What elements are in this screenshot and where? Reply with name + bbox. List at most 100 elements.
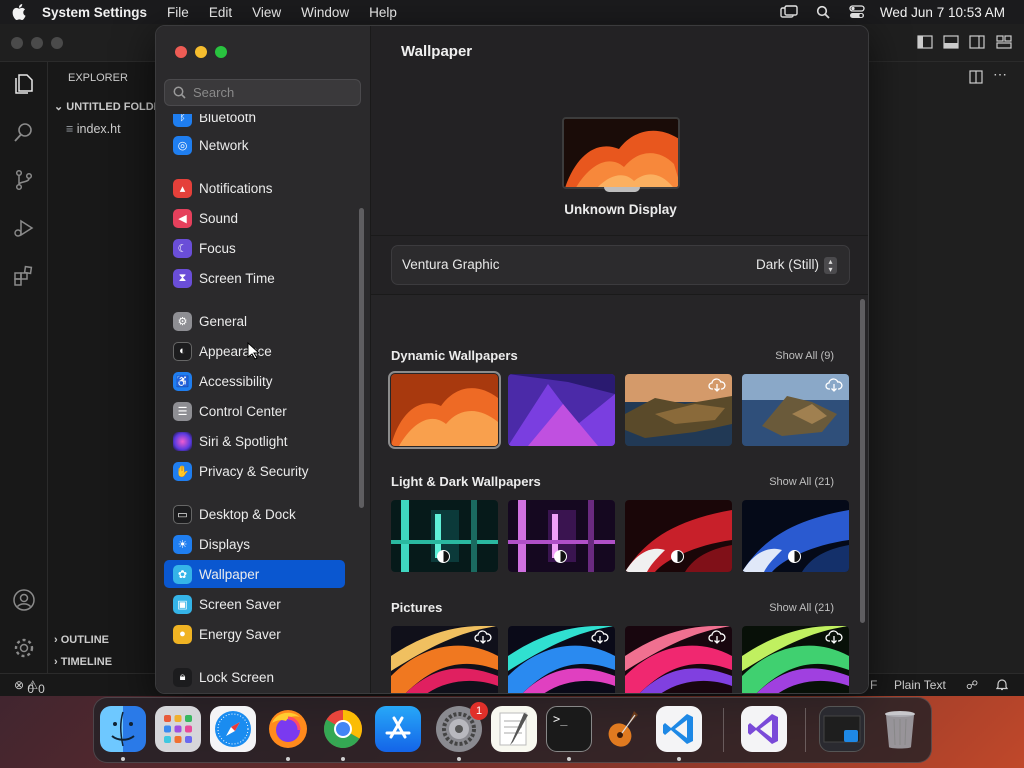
dock-recent-window[interactable]	[819, 706, 865, 752]
wallpaper-thumb[interactable]	[508, 626, 615, 693]
sidebar-item-privacy-security[interactable]: ✋ Privacy & Security	[164, 457, 345, 485]
sidebar-item-lock-screen[interactable]: 🔒︎ Lock Screen	[164, 663, 345, 691]
wallpaper-thumb[interactable]	[391, 500, 498, 572]
menu-help[interactable]: Help	[359, 5, 407, 20]
sidebar-item-label: Sound	[199, 210, 239, 226]
settings-search-field[interactable]	[164, 79, 361, 106]
toggle-primary-sidebar-icon[interactable]	[917, 35, 933, 49]
sidebar-item-network[interactable]: ◎ Network	[164, 131, 345, 159]
search-icon[interactable]	[10, 118, 38, 146]
dock-launchpad[interactable]	[155, 706, 201, 752]
download-cloud-icon[interactable]	[474, 630, 492, 644]
wallpaper-thumb[interactable]	[742, 626, 849, 693]
show-all-dynamic-button[interactable]: Show All (9)	[775, 350, 834, 362]
download-cloud-icon[interactable]	[591, 630, 609, 644]
dock-visual-studio[interactable]	[741, 706, 787, 752]
timeline-section[interactable]: › TIMELINE	[54, 656, 112, 668]
dock-firefox[interactable]	[265, 706, 311, 752]
show-all-pictures-button[interactable]: Show All (21)	[769, 602, 834, 614]
dock-terminal[interactable]: >_	[546, 706, 592, 752]
toggle-panel-icon[interactable]	[943, 35, 959, 49]
download-cloud-icon[interactable]	[825, 378, 843, 392]
menu-edit[interactable]: Edit	[199, 5, 242, 20]
gallery-scrollbar[interactable]	[860, 299, 865, 623]
wallpaper-thumb[interactable]	[742, 374, 849, 446]
menu-view[interactable]: View	[242, 5, 291, 20]
download-cloud-icon[interactable]	[708, 378, 726, 392]
accounts-icon[interactable]	[10, 586, 38, 614]
sidebar-item-label: Control Center	[199, 403, 287, 419]
wallpaper-thumb[interactable]	[388, 371, 501, 449]
sidebar-item-control-center[interactable]: ☰ Control Center	[164, 397, 345, 425]
extensions-icon[interactable]	[10, 262, 38, 290]
language-mode[interactable]: Plain Text	[894, 678, 946, 692]
wallpaper-thumb[interactable]	[508, 500, 615, 572]
sidebar-item-wallpaper[interactable]: ✿ Wallpaper	[164, 560, 345, 588]
dock-trash[interactable]	[877, 706, 923, 752]
wallpaper-thumb[interactable]	[625, 500, 732, 572]
sidebar-item-focus[interactable]: ☾ Focus	[164, 234, 345, 262]
problems-status[interactable]: ⊗ 0 ⚠ 0	[14, 678, 45, 696]
wallpaper-thumb[interactable]	[508, 374, 615, 446]
vscode-minimize-button[interactable]	[31, 37, 43, 49]
run-debug-icon[interactable]	[10, 214, 38, 242]
window-close-button[interactable]	[175, 46, 187, 58]
window-minimize-button[interactable]	[195, 46, 207, 58]
dock-textedit[interactable]	[491, 706, 537, 752]
menu-window[interactable]: Window	[291, 5, 359, 20]
search-input[interactable]	[193, 85, 353, 100]
manage-gear-icon[interactable]	[10, 634, 38, 662]
download-cloud-icon[interactable]	[708, 630, 726, 644]
sidebar-item-sound[interactable]: ◀ Sound	[164, 204, 345, 232]
sidebar-item-desktop-dock[interactable]: ▭ Desktop & Dock	[164, 500, 345, 528]
dock-safari[interactable]	[210, 706, 256, 752]
popup-chevron-icon[interactable]: ▴ ▾	[824, 257, 837, 274]
folder-header[interactable]: ⌄ UNTITLED FOLDER	[54, 100, 169, 113]
menu-file[interactable]: File	[157, 5, 199, 20]
sidebar-scrollbar[interactable]	[359, 208, 364, 508]
wallpaper-thumb[interactable]	[625, 626, 732, 693]
vscode-zoom-button[interactable]	[51, 37, 63, 49]
toggle-secondary-sidebar-icon[interactable]	[969, 35, 985, 49]
sidebar-item-siri-spotlight[interactable]: Siri & Spotlight	[164, 427, 345, 455]
dock-chrome[interactable]	[320, 706, 366, 752]
apple-menu-icon[interactable]	[0, 4, 38, 20]
control-center-icon[interactable]	[840, 5, 874, 19]
dock-garageband[interactable]	[601, 706, 647, 752]
sidebar-item-screen-saver[interactable]: ▣ Screen Saver	[164, 590, 345, 618]
screen-mirroring-icon[interactable]	[772, 5, 806, 19]
menu-clock[interactable]: Wed Jun 7 10:53 AM	[874, 5, 1024, 20]
sidebar-item-energy-saver[interactable]: ● Energy Saver	[164, 620, 345, 648]
feedback-icon[interactable]: ☍	[966, 678, 978, 692]
sidebar-item-notifications[interactable]: ▴ Notifications	[164, 174, 345, 202]
show-all-light-dark-button[interactable]: Show All (21)	[769, 476, 834, 488]
dock-app-store[interactable]	[375, 706, 421, 752]
appearance-mode-select[interactable]: Dark (Still)	[756, 257, 819, 272]
outline-section[interactable]: › OUTLINE	[54, 634, 109, 646]
sidebar-item-screen-time[interactable]: ⧗ Screen Time	[164, 264, 345, 292]
sidebar-item-displays[interactable]: ☀ Displays	[164, 530, 345, 558]
split-editor-icon[interactable]	[969, 70, 983, 84]
sidebar-item-label: Energy Saver	[199, 626, 281, 642]
explorer-files-icon[interactable]	[10, 70, 38, 98]
customize-layout-icon[interactable]	[996, 35, 1012, 49]
window-zoom-button[interactable]	[215, 46, 227, 58]
vscode-close-button[interactable]	[11, 37, 23, 49]
sidebar-item-bluetooth[interactable]: ᛒ Bluetooth	[164, 114, 345, 131]
menu-app-name[interactable]: System Settings	[38, 5, 157, 20]
toggles-icon: ☰	[173, 401, 192, 421]
dock-finder[interactable]	[100, 706, 146, 752]
sidebar-item-accessibility[interactable]: ♿ Accessibility	[164, 367, 345, 395]
notifications-bell-icon[interactable]	[995, 678, 1009, 694]
more-actions-icon[interactable]: ⋯	[993, 66, 1007, 83]
wallpaper-thumb[interactable]	[391, 626, 498, 693]
wallpaper-thumb[interactable]	[625, 374, 732, 446]
sidebar-item-label: Focus	[199, 240, 236, 256]
dock-vscode[interactable]	[656, 706, 702, 752]
spotlight-search-icon[interactable]	[806, 5, 840, 19]
wallpaper-thumb[interactable]	[742, 500, 849, 572]
download-cloud-icon[interactable]	[825, 630, 843, 644]
file-item[interactable]: ≡ index.ht	[66, 122, 121, 136]
source-control-icon[interactable]	[10, 166, 38, 194]
sidebar-item-general[interactable]: ⚙ General	[164, 307, 345, 335]
